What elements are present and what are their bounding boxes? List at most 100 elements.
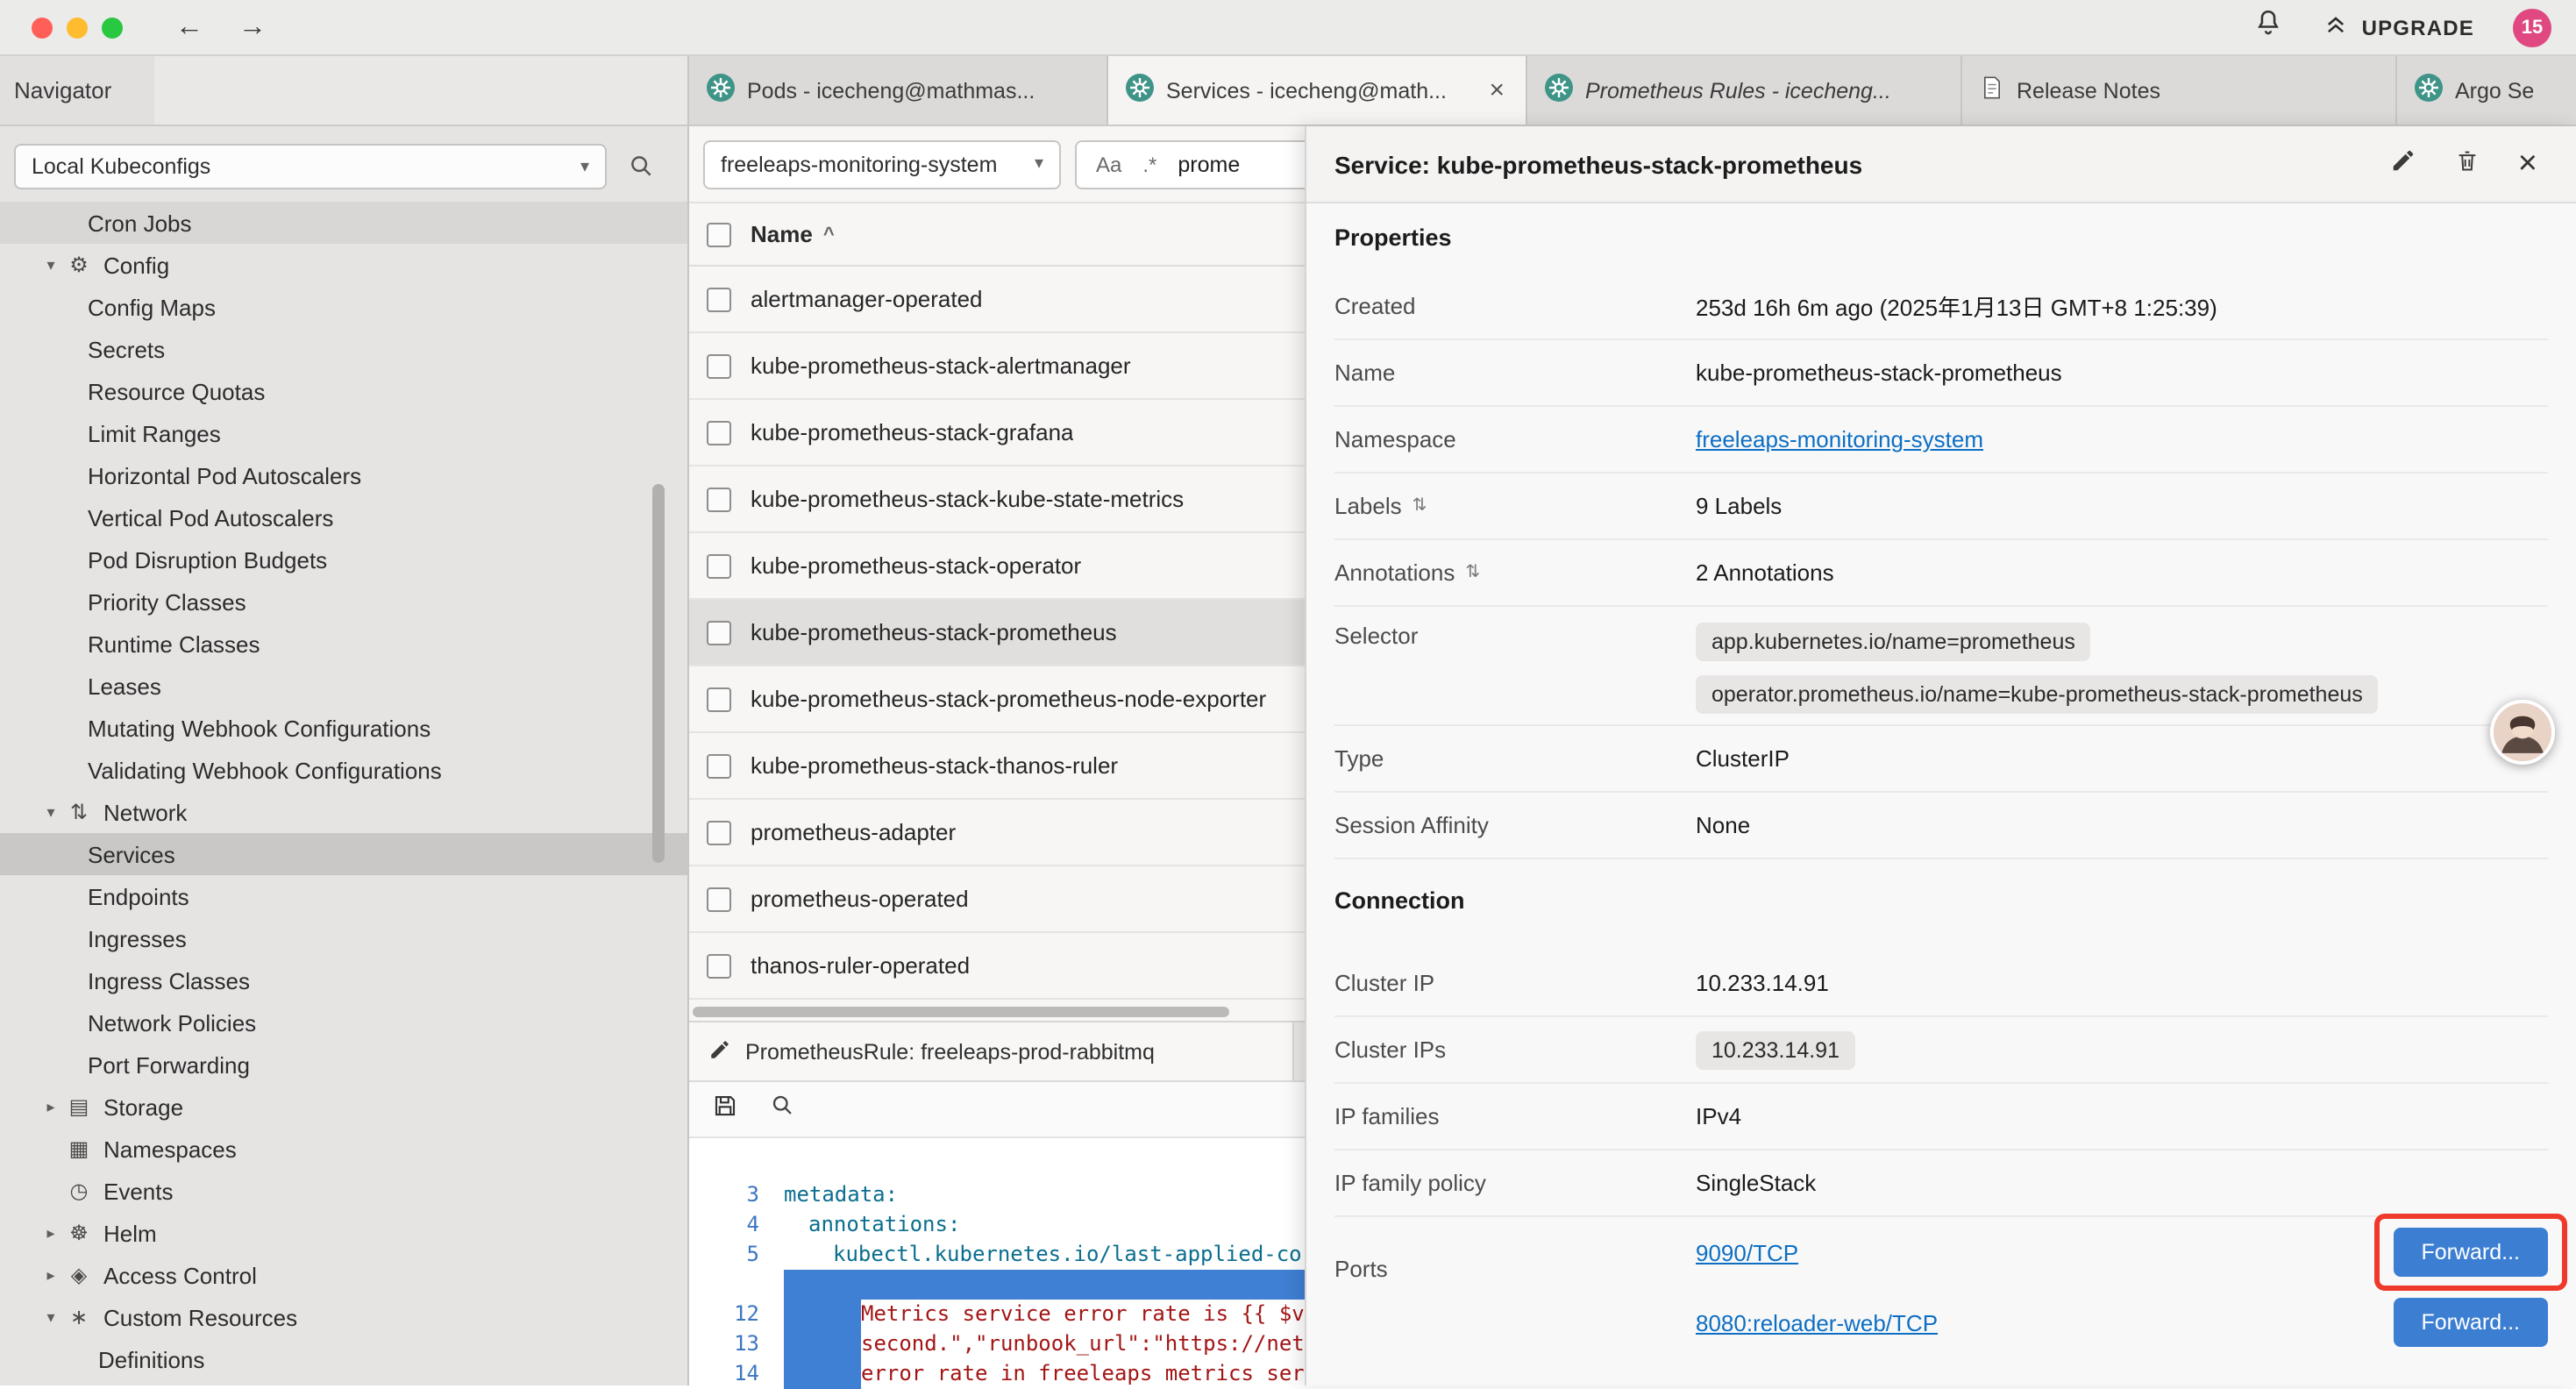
- notification-count-badge[interactable]: 15: [2513, 8, 2551, 46]
- sort-ascending-icon[interactable]: ^: [823, 224, 835, 245]
- namespace-link[interactable]: freeleaps-monitoring-system: [1696, 426, 1983, 452]
- sidebar-item-pod-disruption-budgets[interactable]: Pod Disruption Budgets: [0, 538, 687, 581]
- sidebar-scrollbar[interactable]: [652, 484, 665, 863]
- sidebar-item-config-maps[interactable]: Config Maps: [0, 286, 687, 328]
- sidebar-item-label: Runtime Classes: [88, 630, 260, 657]
- match-case-toggle[interactable]: Aa: [1096, 152, 1121, 176]
- row-checkbox[interactable]: [707, 820, 731, 844]
- forward-button[interactable]: Forward...: [2393, 1298, 2548, 1347]
- row-checkbox[interactable]: [707, 487, 731, 511]
- upgrade-label: UPGRADE: [2362, 15, 2474, 39]
- sidebar-item-cron-jobs[interactable]: Cron Jobs: [0, 202, 687, 244]
- sidebar-item-storage[interactable]: ▸▤Storage: [0, 1086, 687, 1128]
- port-link[interactable]: 9090/TCP: [1696, 1239, 1798, 1265]
- row-checkbox[interactable]: [707, 753, 731, 778]
- sidebar-item-label: Config: [103, 252, 169, 278]
- sidebar-item-priority-classes[interactable]: Priority Classes: [0, 581, 687, 623]
- close-icon[interactable]: ×: [2518, 147, 2537, 181]
- chevron-down-icon[interactable]: ▾: [39, 1307, 63, 1327]
- name-column-header[interactable]: Name: [751, 221, 813, 247]
- forward-button[interactable]: →: [238, 11, 267, 43]
- tab-pods[interactable]: Pods - icecheng@mathmas...: [689, 56, 1108, 125]
- row-checkbox[interactable]: [707, 887, 731, 911]
- sidebar-item-resource-quotas[interactable]: Resource Quotas: [0, 370, 687, 412]
- line-number: 3: [689, 1180, 759, 1210]
- sidebar-item-label: Priority Classes: [88, 588, 246, 615]
- cluster-ip-value: 10.233.14.91: [1696, 970, 1829, 996]
- chevron-down-icon[interactable]: ▾: [39, 802, 63, 822]
- sidebar-item-ingress-classes[interactable]: Ingress Classes: [0, 959, 687, 1001]
- row-label: Created: [1334, 293, 1696, 319]
- minimize-window-button[interactable]: [67, 17, 88, 38]
- sidebar-item-network-policies[interactable]: Network Policies: [0, 1001, 687, 1044]
- namespace-filter-dropdown[interactable]: freeleaps-monitoring-system ▾: [703, 139, 1061, 189]
- navigator-header-panel: [154, 56, 687, 125]
- sidebar-item-label: Port Forwarding: [88, 1051, 250, 1078]
- search-icon[interactable]: [770, 1093, 794, 1126]
- sidebar-item-label: Namespaces: [103, 1136, 237, 1162]
- tab-services[interactable]: Services - icecheng@math... ×: [1108, 56, 1527, 125]
- sidebar-item-runtime-classes[interactable]: Runtime Classes: [0, 623, 687, 665]
- window-titlebar: ← → UPGRADE 15: [0, 0, 2576, 56]
- back-button[interactable]: ←: [175, 11, 203, 43]
- tab-label: Pods - icecheng@mathmas...: [747, 78, 1089, 103]
- save-icon[interactable]: [712, 1092, 738, 1127]
- forward-button[interactable]: Forward...: [2393, 1228, 2548, 1277]
- tab-argo[interactable]: Argo Se: [2397, 56, 2576, 125]
- namespace-filter-value: freeleaps-monitoring-system: [721, 152, 997, 176]
- row-checkbox[interactable]: [707, 287, 731, 311]
- upgrade-button[interactable]: UPGRADE: [2322, 12, 2474, 42]
- dock-tab-prometheusrule[interactable]: PrometheusRule: freeleaps-prod-rabbitmq: [689, 1022, 1294, 1080]
- sidebar-item-services[interactable]: Services: [0, 833, 687, 875]
- sidebar-item-vertical-pod-autoscalers[interactable]: Vertical Pod Autoscalers: [0, 496, 687, 538]
- row-checkbox[interactable]: [707, 953, 731, 978]
- sidebar-item-helm[interactable]: ▸☸Helm: [0, 1212, 687, 1254]
- row-checkbox[interactable]: [707, 420, 731, 445]
- kubeconfig-selector[interactable]: Local Kubeconfigs ▾: [14, 144, 607, 189]
- port-link[interactable]: 8080:reloader-web/TCP: [1696, 1309, 1938, 1336]
- notification-bell-icon[interactable]: [2253, 7, 2283, 47]
- webcam-avatar-overlay[interactable]: [2490, 700, 2555, 765]
- chevron-right-icon[interactable]: ▸: [39, 1265, 63, 1285]
- sidebar-item-label: Ingresses: [88, 925, 187, 951]
- sidebar-item-ingresses[interactable]: Ingresses: [0, 917, 687, 959]
- delete-trash-icon[interactable]: [2455, 146, 2480, 182]
- regex-toggle[interactable]: .*: [1142, 152, 1156, 176]
- search-icon[interactable]: [628, 153, 654, 188]
- sidebar-item-access-control[interactable]: ▸◈Access Control: [0, 1254, 687, 1296]
- close-icon[interactable]: ×: [1485, 75, 1508, 105]
- sidebar-item-config[interactable]: ▾⚙Config: [0, 244, 687, 286]
- row-checkbox[interactable]: [707, 353, 731, 378]
- ip-family-policy-value: SingleStack: [1696, 1170, 1816, 1196]
- sidebar-item-network[interactable]: ▾⇅Network: [0, 791, 687, 833]
- edit-pencil-icon[interactable]: [2390, 146, 2416, 182]
- sidebar-item-leases[interactable]: Leases: [0, 665, 687, 707]
- expand-collapse-icon[interactable]: ⇅: [1413, 496, 1427, 516]
- sidebar-item-validating-webhook-configurations[interactable]: Validating Webhook Configurations: [0, 749, 687, 791]
- zoom-window-button[interactable]: [102, 17, 123, 38]
- sidebar-item-horizontal-pod-autoscalers[interactable]: Horizontal Pod Autoscalers: [0, 454, 687, 496]
- service-name: thanos-ruler-operated: [751, 952, 970, 979]
- expand-collapse-icon[interactable]: ⇅: [1465, 563, 1480, 582]
- name-value: kube-prometheus-stack-prometheus: [1696, 360, 2062, 386]
- select-all-checkbox[interactable]: [707, 222, 731, 246]
- sidebar-item-endpoints[interactable]: Endpoints: [0, 875, 687, 917]
- sidebar-item-limit-ranges[interactable]: Limit Ranges: [0, 412, 687, 454]
- sidebar-item-namespaces[interactable]: ▦Namespaces: [0, 1128, 687, 1170]
- sidebar-item-events[interactable]: ◷Events: [0, 1170, 687, 1212]
- sidebar-item-port-forwarding[interactable]: Port Forwarding: [0, 1044, 687, 1086]
- chevron-right-icon[interactable]: ▸: [39, 1097, 63, 1116]
- sidebar-item-definitions[interactable]: Definitions: [0, 1338, 687, 1380]
- row-checkbox[interactable]: [707, 620, 731, 645]
- row-checkbox[interactable]: [707, 553, 731, 578]
- chevron-down-icon[interactable]: ▾: [39, 255, 63, 274]
- tab-release-notes[interactable]: Release Notes: [1962, 56, 2397, 125]
- row-checkbox[interactable]: [707, 687, 731, 711]
- chevron-right-icon[interactable]: ▸: [39, 1223, 63, 1243]
- sidebar-item-mutating-webhook-configurations[interactable]: Mutating Webhook Configurations: [0, 707, 687, 749]
- sidebar-item-custom-resources[interactable]: ▾∗Custom Resources: [0, 1296, 687, 1338]
- sidebar-item-secrets[interactable]: Secrets: [0, 328, 687, 370]
- scrollbar-thumb[interactable]: [693, 1007, 1229, 1017]
- tab-prometheus-rules[interactable]: Prometheus Rules - icecheng...: [1527, 56, 1962, 125]
- close-window-button[interactable]: [32, 17, 53, 38]
